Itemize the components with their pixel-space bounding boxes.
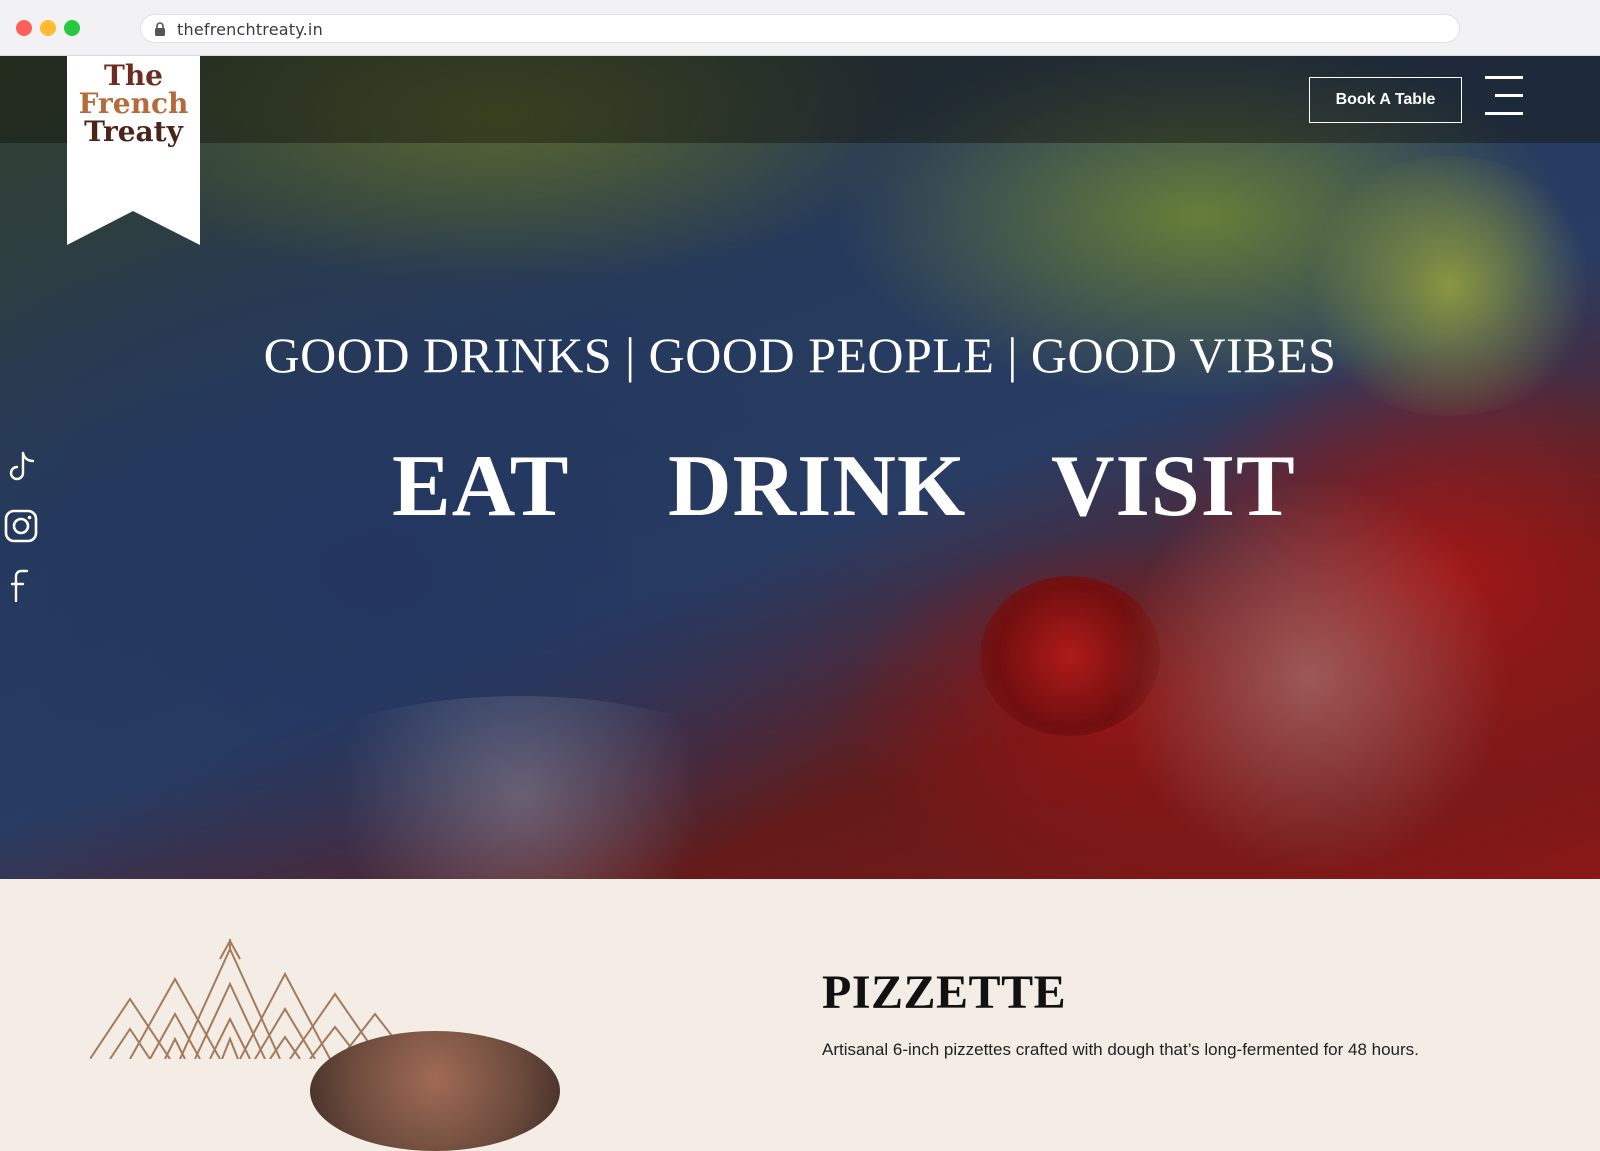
logo-ribbon-tail	[67, 189, 200, 245]
facebook-icon[interactable]	[4, 567, 38, 603]
close-window-button[interactable]	[16, 20, 32, 36]
hero-section: The French Treaty Book A Table GOOD DRIN…	[0, 56, 1600, 879]
pizzette-image	[310, 1031, 560, 1151]
book-a-table-button[interactable]: Book A Table	[1309, 77, 1462, 123]
hamburger-menu-icon[interactable]	[1485, 76, 1523, 116]
menu-section: PIZZETTE Artisanal 6-inch pizzettes craf…	[0, 879, 1600, 1151]
url-text: thefrenchtreaty.in	[177, 20, 323, 39]
maximize-window-button[interactable]	[64, 20, 80, 36]
site-logo[interactable]: The French Treaty	[67, 56, 200, 189]
nav-eat-link[interactable]: EAT	[392, 436, 569, 537]
logo-line-the: The	[103, 59, 163, 92]
tiktok-icon[interactable]	[4, 449, 38, 485]
section-title: PIZZETTE	[822, 966, 1067, 1019]
minimize-window-button[interactable]	[40, 20, 56, 36]
address-bar[interactable]: thefrenchtreaty.in	[140, 14, 1460, 43]
logo-line-french: French	[78, 87, 189, 120]
instagram-icon[interactable]	[4, 508, 38, 544]
logo-line-treaty: Treaty	[84, 115, 183, 148]
lock-icon	[155, 22, 165, 36]
browser-chrome: thefrenchtreaty.in	[0, 0, 1600, 56]
section-description: Artisanal 6-inch pizzettes crafted with …	[822, 1040, 1419, 1059]
nav-visit-link[interactable]: VISIT	[1051, 436, 1296, 537]
nav-drink-link[interactable]: DRINK	[668, 436, 966, 537]
hero-tagline: GOOD DRINKS | GOOD PEOPLE | GOOD VIBES	[263, 327, 1337, 383]
